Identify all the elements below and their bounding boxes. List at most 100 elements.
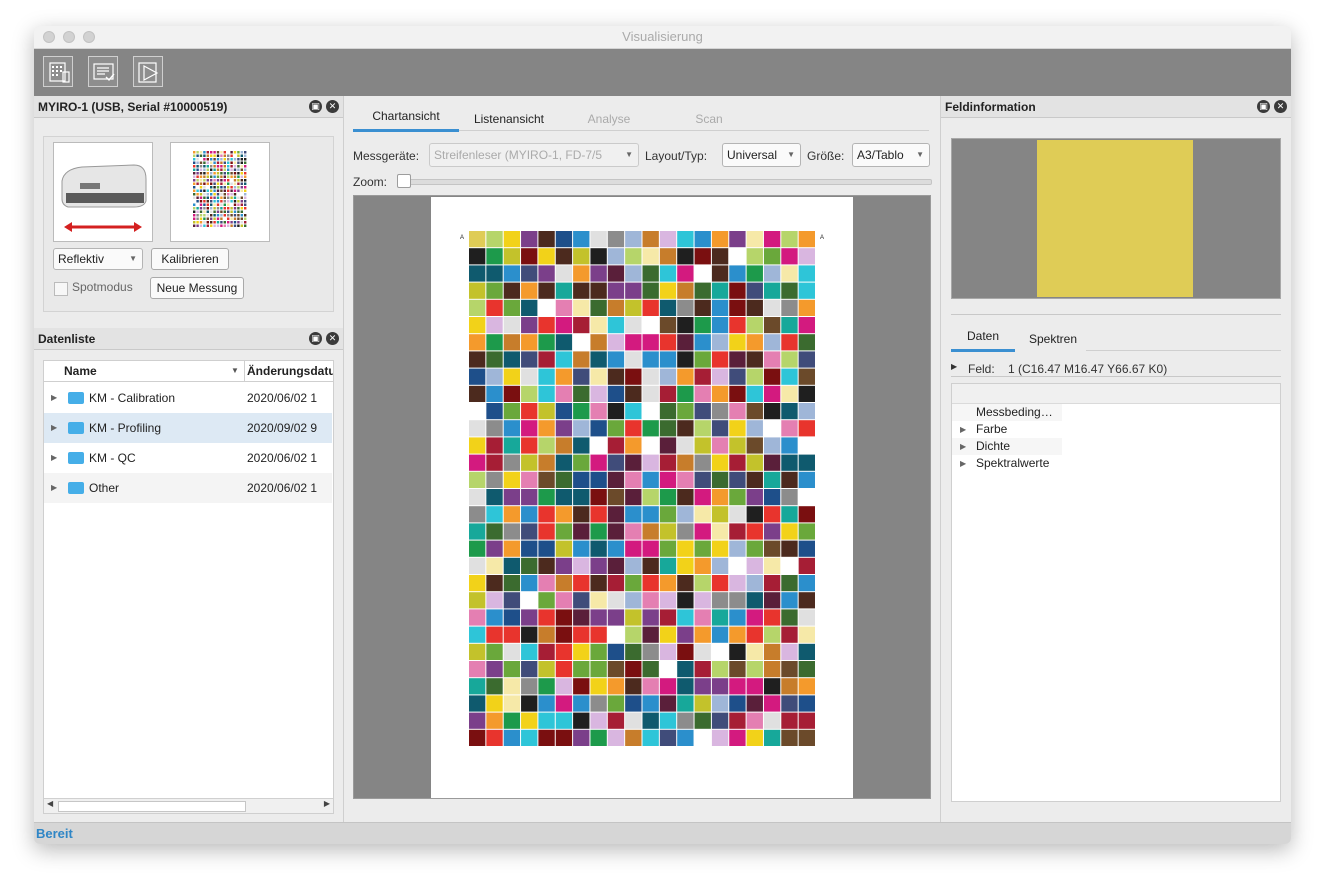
color-patch[interactable] <box>486 661 503 678</box>
color-patch[interactable] <box>763 557 781 574</box>
color-patch[interactable] <box>196 214 199 217</box>
color-patch[interactable] <box>729 557 746 574</box>
color-patch[interactable] <box>763 643 781 660</box>
color-patch[interactable] <box>590 575 607 592</box>
color-patch[interactable] <box>625 626 642 643</box>
color-patch[interactable] <box>573 712 590 729</box>
color-patch[interactable] <box>210 210 213 214</box>
color-patch[interactable] <box>659 471 677 488</box>
list-item[interactable]: ▶ KM - Calibration 2020/06/02 1 <box>44 383 332 413</box>
color-patch[interactable] <box>196 207 199 210</box>
color-patch[interactable] <box>521 557 538 574</box>
color-patch[interactable] <box>798 626 815 643</box>
color-patch[interactable] <box>469 299 486 316</box>
color-patch[interactable] <box>199 217 203 221</box>
color-patch[interactable] <box>694 368 711 385</box>
color-patch[interactable] <box>798 471 815 488</box>
color-patch[interactable] <box>642 712 659 729</box>
color-patch[interactable] <box>694 317 711 334</box>
color-patch[interactable] <box>193 221 196 224</box>
color-patch[interactable] <box>486 351 503 368</box>
color-patch[interactable] <box>486 265 503 282</box>
color-patch[interactable] <box>590 609 607 626</box>
color-patch[interactable] <box>555 317 573 334</box>
color-patch[interactable] <box>746 609 763 626</box>
color-patch[interactable] <box>590 403 607 420</box>
new-measurement-button[interactable]: Neue Messung <box>150 277 244 299</box>
color-patch[interactable] <box>642 420 659 437</box>
color-patch[interactable] <box>798 368 815 385</box>
color-patch[interactable] <box>711 489 729 506</box>
toolbar-measure-button[interactable] <box>43 56 73 87</box>
color-patch[interactable] <box>781 265 798 282</box>
color-patch[interactable] <box>538 282 555 299</box>
color-patch[interactable] <box>555 626 573 643</box>
color-patch[interactable] <box>230 193 233 196</box>
color-patch[interactable] <box>233 175 237 179</box>
color-patch[interactable] <box>220 221 223 224</box>
color-patch[interactable] <box>233 189 237 193</box>
color-patch[interactable] <box>210 172 213 175</box>
color-patch[interactable] <box>711 231 729 248</box>
close-icon[interactable]: ✕ <box>1274 100 1287 113</box>
color-patch[interactable] <box>711 454 729 471</box>
color-patch[interactable] <box>729 282 746 299</box>
color-patch[interactable] <box>798 248 815 265</box>
color-patch[interactable] <box>244 154 247 158</box>
color-patch[interactable] <box>223 193 226 196</box>
color-patch[interactable] <box>781 592 798 609</box>
color-patch[interactable] <box>729 489 746 506</box>
color-patch[interactable] <box>590 626 607 643</box>
color-patch[interactable] <box>233 224 237 228</box>
color-patch[interactable] <box>469 454 486 471</box>
color-patch[interactable] <box>521 317 538 334</box>
color-patch[interactable] <box>193 158 196 161</box>
color-patch[interactable] <box>240 193 243 196</box>
color-patch[interactable] <box>798 695 815 712</box>
color-patch[interactable] <box>210 179 213 182</box>
color-patch[interactable] <box>199 175 203 179</box>
color-patch[interactable] <box>213 161 216 165</box>
column-name[interactable]: Name <box>64 361 97 381</box>
color-patch[interactable] <box>607 282 625 299</box>
color-patch[interactable] <box>503 282 521 299</box>
color-patch[interactable] <box>746 351 763 368</box>
color-patch[interactable] <box>798 729 815 746</box>
color-patch[interactable] <box>642 317 659 334</box>
color-patch[interactable] <box>237 193 240 196</box>
color-patch[interactable] <box>659 334 677 351</box>
color-patch[interactable] <box>590 557 607 574</box>
color-patch[interactable] <box>223 161 226 165</box>
color-patch[interactable] <box>538 385 555 402</box>
color-patch[interactable] <box>711 729 729 746</box>
color-patch[interactable] <box>659 592 677 609</box>
color-patch[interactable] <box>210 217 213 221</box>
color-patch[interactable] <box>240 217 243 221</box>
color-patch[interactable] <box>573 368 590 385</box>
color-patch[interactable] <box>521 712 538 729</box>
color-patch[interactable] <box>223 224 226 228</box>
color-patch[interactable] <box>196 165 199 168</box>
color-patch[interactable] <box>625 282 642 299</box>
color-patch[interactable] <box>230 165 233 168</box>
color-patch[interactable] <box>213 196 216 200</box>
color-patch[interactable] <box>538 317 555 334</box>
color-patch[interactable] <box>625 592 642 609</box>
color-patch[interactable] <box>210 221 213 224</box>
color-patch[interactable] <box>625 609 642 626</box>
color-patch[interactable] <box>230 179 233 182</box>
color-patch[interactable] <box>590 729 607 746</box>
color-patch[interactable] <box>210 189 213 193</box>
color-patch[interactable] <box>199 193 203 196</box>
color-patch[interactable] <box>659 643 677 660</box>
color-patch[interactable] <box>220 161 223 165</box>
color-patch[interactable] <box>729 729 746 746</box>
color-patch[interactable] <box>763 282 781 299</box>
color-patch[interactable] <box>625 695 642 712</box>
color-patch[interactable] <box>216 203 220 207</box>
color-patch[interactable] <box>798 540 815 557</box>
color-patch[interactable] <box>642 368 659 385</box>
color-patch[interactable] <box>763 437 781 454</box>
color-patch[interactable] <box>486 506 503 523</box>
color-patch[interactable] <box>607 403 625 420</box>
